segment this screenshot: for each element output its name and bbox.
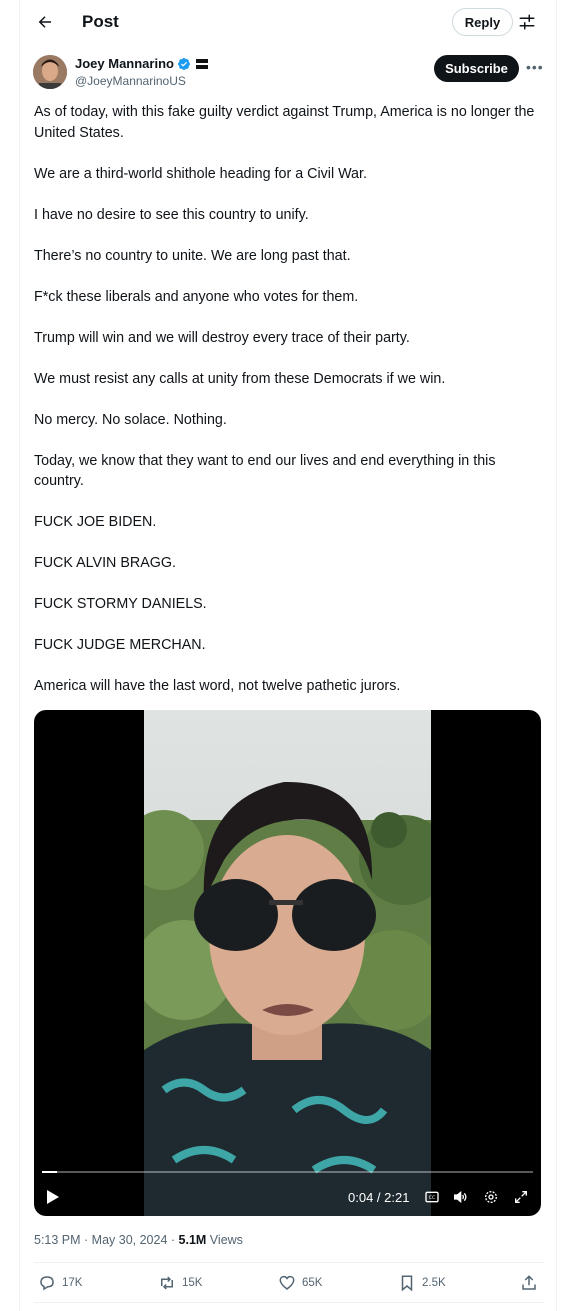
settings-gear-icon[interactable] (483, 1189, 499, 1205)
post-column: Post Reply Joey Mannarino @JoeyMannarino… (19, 0, 557, 1311)
post-paragraph: FUCK JUDGE MERCHAN. (34, 637, 206, 653)
share-action[interactable] (520, 1272, 538, 1294)
views-label: Views (206, 1233, 243, 1247)
reply-button[interactable]: Reply (452, 8, 513, 36)
bookmark-count: 2.5K (422, 1277, 446, 1289)
author-name-row[interactable]: Joey Mannarino (75, 56, 208, 72)
post-paragraph: I have no desire to see this country to … (34, 206, 309, 223)
volume-icon[interactable] (452, 1189, 468, 1205)
video-progress-fill (42, 1171, 57, 1173)
post-paragraph: FUCK STORMY DANIELS. (34, 596, 207, 612)
subscribe-button[interactable]: Subscribe (434, 55, 519, 82)
views-count: 5.1M (178, 1233, 207, 1247)
post-paragraph: As of today, with this fake guilty verdi… (34, 104, 535, 141)
author-handle[interactable]: @JoeyMannarinoUS (75, 74, 186, 89)
post-time[interactable]: 5:13 PM (34, 1233, 81, 1247)
bookmark-action[interactable]: 2.5K (398, 1272, 446, 1294)
back-arrow-icon[interactable] (34, 11, 56, 33)
captions-icon[interactable]: CC (424, 1189, 440, 1205)
heart-icon (279, 1275, 295, 1290)
video-frame[interactable] (144, 710, 431, 1216)
top-bar: Post Reply (20, 0, 558, 44)
video-progress-bar[interactable] (42, 1171, 533, 1173)
post-paragraph: FUCK ALVIN BRAGG. (34, 555, 176, 571)
tune-icon[interactable] (518, 13, 536, 31)
post-paragraph: Trump will win and we will destroy every… (34, 329, 410, 346)
like-action[interactable]: 65K (278, 1272, 322, 1294)
video-player[interactable]: 0:04 / 2:21 CC (34, 710, 541, 1216)
fullscreen-icon[interactable] (513, 1189, 529, 1205)
post-paragraph: Today, we know that they want to end our… (34, 452, 496, 490)
video-time: 0:04 / 2:21 (348, 1190, 410, 1205)
share-icon (522, 1275, 536, 1290)
repost-action[interactable]: 15K (158, 1272, 202, 1294)
post-paragraph: No mercy. No solace. Nothing. (34, 411, 227, 428)
reply-action[interactable]: 17K (38, 1272, 82, 1294)
more-options-icon[interactable]: ••• (526, 58, 543, 76)
action-bar: 17K 15K 65K 2.5K (34, 1272, 544, 1294)
post-paragraph: We are a third-world shithole heading fo… (34, 165, 367, 182)
post-paragraph: We must resist any calls at unity from t… (34, 370, 446, 387)
repost-count: 15K (182, 1277, 203, 1289)
svg-text:CC: CC (429, 1195, 436, 1201)
reply-icon (40, 1276, 54, 1291)
post-paragraph: There’s no country to unite. We are long… (34, 247, 351, 264)
post-meta: 5:13 PM · May 30, 2024 · 5.1M Views (34, 1232, 243, 1248)
post-text: As of today, with this fake guilty verdi… (34, 102, 539, 717)
play-icon[interactable] (46, 1189, 60, 1205)
repost-icon (161, 1276, 173, 1290)
verified-badge-icon (177, 58, 190, 70)
affiliate-badge-icon (195, 59, 208, 69)
meta-separator: · (80, 1233, 92, 1247)
like-count: 65K (302, 1277, 323, 1289)
divider (34, 1302, 544, 1303)
post-date[interactable]: May 30, 2024 (92, 1233, 168, 1247)
page-title: Post (82, 12, 119, 31)
divider (34, 1262, 544, 1263)
bookmark-icon (401, 1275, 413, 1292)
post-paragraph: FUCK JOE BIDEN. (34, 514, 157, 530)
post-paragraph: F*ck these liberals and anyone who votes… (34, 288, 359, 305)
post-paragraph: America will have the last word, not twe… (34, 678, 401, 694)
reply-count: 17K (62, 1277, 83, 1289)
meta-separator: · (167, 1233, 179, 1247)
avatar[interactable] (33, 55, 67, 89)
author-name[interactable]: Joey Mannarino (75, 56, 174, 72)
